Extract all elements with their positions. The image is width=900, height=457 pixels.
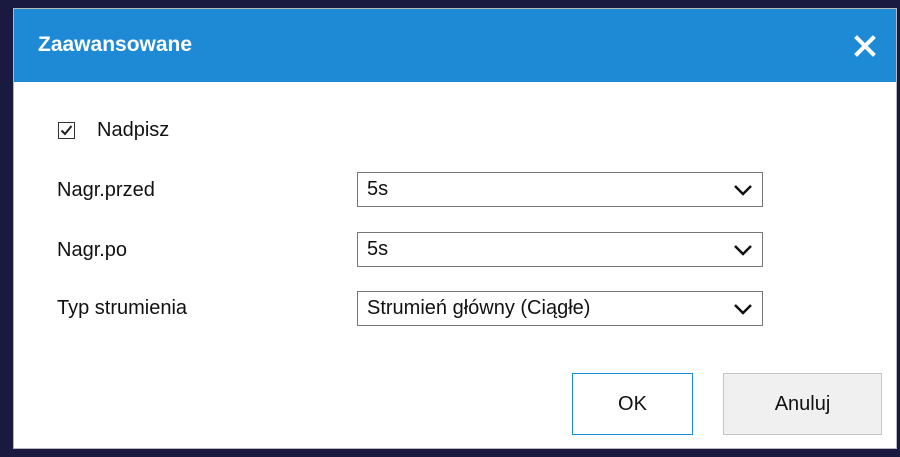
stream-type-select[interactable]: Strumień główny (Ciągłe): [357, 291, 763, 326]
stream-type-label: Typ strumienia: [57, 297, 188, 319]
chevron-down-icon: [734, 185, 752, 196]
stream-type-value: Strumień główny (Ciągłe): [367, 297, 591, 319]
checkmark-icon: [60, 125, 73, 136]
post-record-value: 5s: [367, 238, 389, 260]
post-record-label: Nagr.po: [57, 239, 128, 261]
chevron-down-icon: [734, 245, 752, 256]
dialog-titlebar: Zaawansowane: [14, 9, 896, 82]
overwrite-checkbox[interactable]: [58, 122, 75, 139]
close-button[interactable]: [850, 31, 880, 61]
ok-button[interactable]: OK: [572, 373, 693, 435]
pre-record-select[interactable]: 5s: [357, 172, 763, 207]
cancel-button[interactable]: Anuluj: [723, 373, 882, 435]
advanced-settings-dialog: Zaawansowane Nadpisz Nagr.przed 5s Nagr.…: [13, 8, 897, 449]
post-record-select[interactable]: 5s: [357, 232, 763, 267]
chevron-down-icon: [734, 304, 752, 315]
pre-record-label: Nagr.przed: [57, 179, 155, 201]
dialog-title: Zaawansowane: [38, 33, 193, 56]
pre-record-value: 5s: [367, 178, 389, 200]
close-icon: [854, 35, 876, 57]
overwrite-label: Nadpisz: [97, 119, 170, 141]
